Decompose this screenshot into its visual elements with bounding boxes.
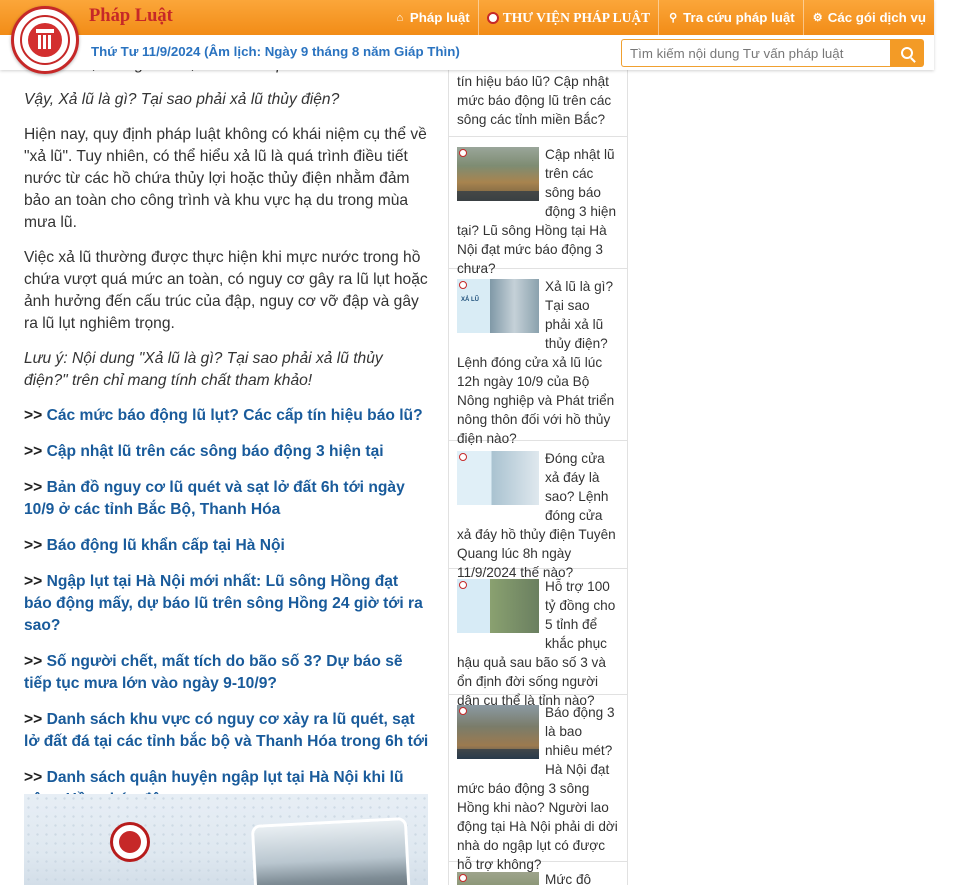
sidebar-thumbnail[interactable]: XẢ LŨ xyxy=(457,279,539,333)
related-link[interactable]: >> Các mức báo động lũ lụt? Các cấp tín … xyxy=(24,405,429,427)
nav-item-phap-luat[interactable]: ⌂ Pháp luật xyxy=(386,0,478,35)
sidebar-item-partial[interactable]: tín hiệu báo lũ? Cập nhật mức báo động l… xyxy=(449,62,627,137)
thumbnail-caption-bar xyxy=(457,749,539,759)
article-body: lên nhanh, xuống nhanh, có sức tàn phá l… xyxy=(24,56,429,825)
search-icon: ⚲ xyxy=(669,12,678,24)
article-banner-image xyxy=(24,794,428,885)
sidebar-item-title[interactable]: Mức độ nguy xyxy=(545,872,591,885)
nav-item-cac-goi-dich-vu[interactable]: ⚙ Các gói dịch vụ xyxy=(802,0,934,35)
home-icon: ⌂ xyxy=(396,11,404,24)
related-sidebar: tín hiệu báo lũ? Cập nhật mức báo động l… xyxy=(448,62,628,885)
arrow-marker: >> xyxy=(24,769,43,786)
current-date: Thứ Tư 11/9/2024 (Âm lịch: Ngày 9 tháng … xyxy=(91,44,460,59)
sidebar-item[interactable]: Đóng cửa xả đáy là sao? Lệnh đóng cửa xả… xyxy=(449,441,627,580)
related-link-text[interactable]: Bản đồ nguy cơ lũ quét và sạt lở đất 6h … xyxy=(24,479,405,518)
sidebar-item[interactable]: Mức độ nguy xyxy=(449,862,627,885)
nav-item-label[interactable]: Các gói dịch vụ xyxy=(828,10,926,25)
article-paragraph-2: Việc xả lũ thường được thực hiện khi mực… xyxy=(24,249,428,332)
brand-badge-icon xyxy=(459,453,467,461)
sidebar-thumbnail[interactable] xyxy=(457,147,539,201)
banner-photo xyxy=(254,820,408,885)
sidebar-thumbnail[interactable] xyxy=(457,705,539,759)
nav-item-label[interactable]: Pháp luật xyxy=(410,10,470,25)
arrow-marker: >> xyxy=(24,573,43,590)
sidebar-thumbnail[interactable] xyxy=(457,579,539,633)
sidebar-item-title[interactable]: tín hiệu báo lũ? Cập nhật mức báo động l… xyxy=(457,74,611,127)
sidebar-item[interactable]: XẢ LŨ Xả lũ là gì? Tại sao phải xả lũ th… xyxy=(449,269,627,446)
service-package-icon: ⚙ xyxy=(812,12,823,24)
banner-logo-icon xyxy=(110,822,150,862)
related-link-text[interactable]: Số người chết, mất tích do bão số 3? Dự … xyxy=(24,653,403,692)
related-link[interactable]: >> Danh sách khu vực có nguy cơ xảy ra l… xyxy=(24,709,429,753)
site-logo[interactable] xyxy=(11,6,79,74)
related-link-text[interactable]: Các mức báo động lũ lụt? Các cấp tín hiệ… xyxy=(47,407,423,424)
thumbnail-label: XẢ LŨ xyxy=(461,297,479,303)
arrow-marker: >> xyxy=(24,443,43,460)
nav-item-thu-vien-phap-luat[interactable]: THƯ VIỆN PHÁP LUẬT xyxy=(477,0,658,35)
arrow-marker: >> xyxy=(24,653,43,670)
article-paragraph-1: Hiện nay, quy định pháp luật không có kh… xyxy=(24,126,427,231)
sidebar-thumbnail[interactable] xyxy=(457,451,539,505)
related-link-text[interactable]: Ngập lụt tại Hà Nội mới nhất: Lũ sông Hồ… xyxy=(24,573,423,634)
search-input[interactable] xyxy=(621,39,890,67)
logo-emblem-icon xyxy=(28,23,62,57)
site-header: Pháp Luật ⌂ Pháp luật THƯ VIỆN PHÁP LUẬT… xyxy=(0,0,934,70)
nav-item-label[interactable]: THƯ VIỆN PHÁP LUẬT xyxy=(503,10,650,26)
nav-item-tra-cuu-phap-luat[interactable]: ⚲ Tra cứu pháp luật xyxy=(658,0,803,35)
sidebar-thumbnail[interactable] xyxy=(457,872,539,885)
library-logo-icon xyxy=(486,11,499,24)
search-button[interactable] xyxy=(890,39,924,67)
thumbnail-caption-bar xyxy=(457,191,539,201)
header-topbar: Pháp Luật ⌂ Pháp luật THƯ VIỆN PHÁP LUẬT… xyxy=(0,0,934,35)
sidebar-item[interactable]: Cập nhật lũ trên các sông báo động 3 hiệ… xyxy=(449,137,627,276)
related-link-text[interactable]: Cập nhật lũ trên các sông báo động 3 hiệ… xyxy=(47,443,384,460)
related-link[interactable]: >> Cập nhật lũ trên các sông báo động 3 … xyxy=(24,441,429,463)
arrow-marker: >> xyxy=(24,479,43,496)
brand-badge-icon xyxy=(459,874,467,882)
main-nav: ⌂ Pháp luật THƯ VIỆN PHÁP LUẬT ⚲ Tra cứu… xyxy=(386,0,934,35)
sidebar-item[interactable]: Báo động 3 là bao nhiêu mét? Hà Nội đạt … xyxy=(449,695,627,872)
related-link[interactable]: >> Báo động lũ khẩn cấp tại Hà Nội xyxy=(24,535,429,557)
arrow-marker: >> xyxy=(24,711,43,728)
related-link[interactable]: >> Số người chết, mất tích do bão số 3? … xyxy=(24,651,429,695)
search-box xyxy=(621,39,924,67)
brand-title[interactable]: Pháp Luật xyxy=(89,6,173,27)
related-link[interactable]: >> Ngập lụt tại Hà Nội mới nhất: Lũ sông… xyxy=(24,571,429,637)
arrow-marker: >> xyxy=(24,407,43,424)
search-icon xyxy=(901,47,913,59)
related-link-text[interactable]: Báo động lũ khẩn cấp tại Hà Nội xyxy=(47,537,285,554)
article-note: Lưu ý: Nội dung "Xả lũ là gì? Tại sao ph… xyxy=(24,350,383,389)
nav-item-label[interactable]: Tra cứu pháp luật xyxy=(683,10,795,25)
related-link[interactable]: >> Bản đồ nguy cơ lũ quét và sạt lở đất … xyxy=(24,477,429,521)
article-question: Vậy, Xả lũ là gì? Tại sao phải xả lũ thủ… xyxy=(24,91,340,108)
brand-badge-icon xyxy=(459,281,467,289)
brand-badge-icon xyxy=(459,149,467,157)
brand-badge-icon xyxy=(459,581,467,589)
arrow-marker: >> xyxy=(24,537,43,554)
sidebar-item[interactable]: Hỗ trợ 100 tỷ đồng cho 5 tỉnh để khắc ph… xyxy=(449,569,627,708)
brand-badge-icon xyxy=(459,707,467,715)
related-link-text[interactable]: Danh sách khu vực có nguy cơ xảy ra lũ q… xyxy=(24,711,428,750)
